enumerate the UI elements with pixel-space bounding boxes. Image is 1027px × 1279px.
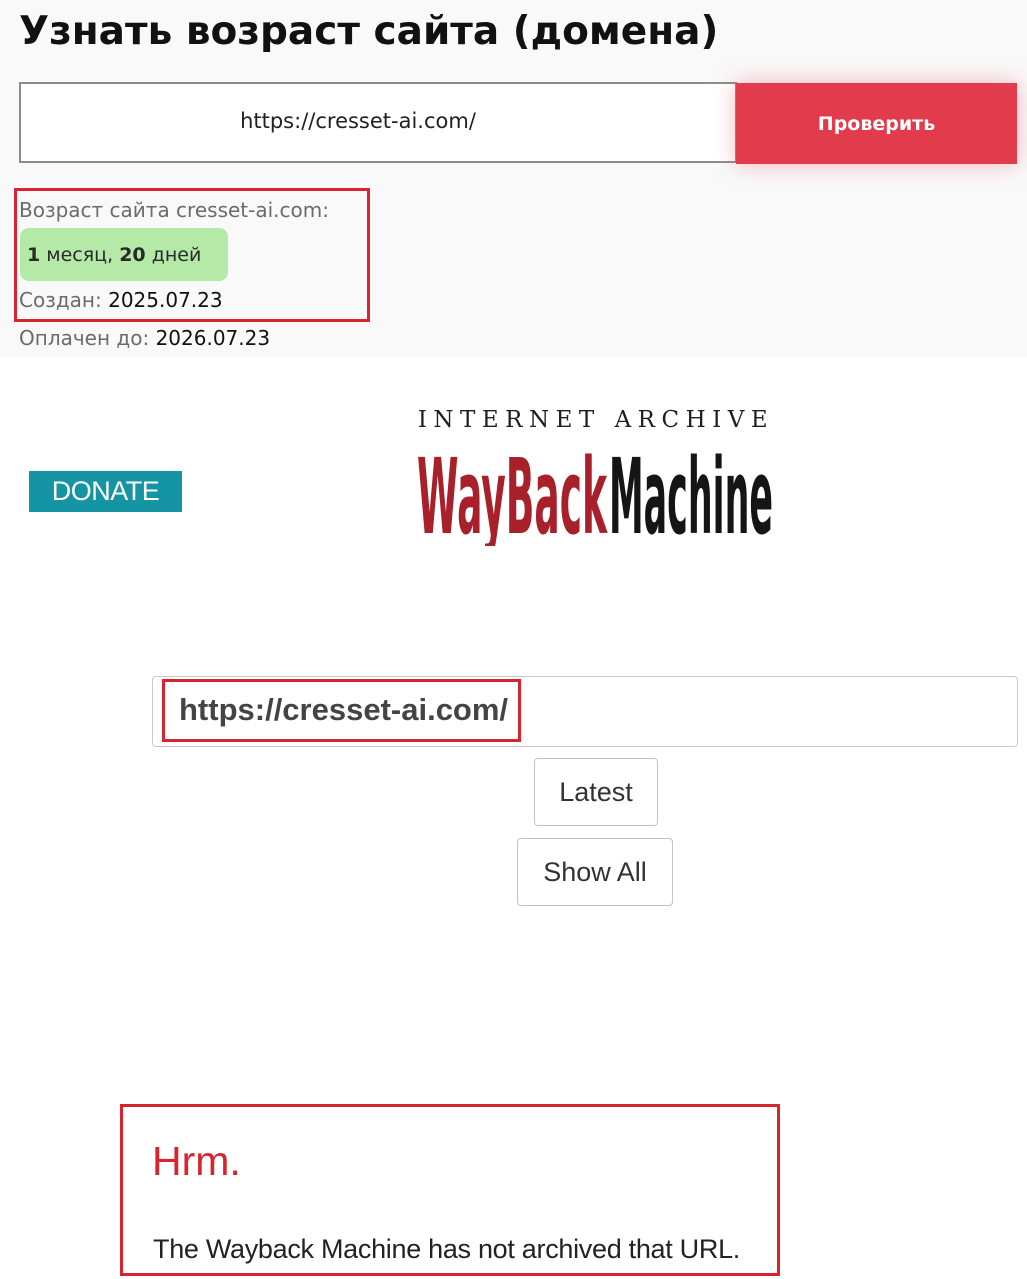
url-highlight-box xyxy=(162,679,521,742)
age-label: Возраст сайта cresset-ai.com: xyxy=(19,198,329,222)
age-checker-panel: Узнать возраст сайта (домена) Проверить … xyxy=(0,0,1027,357)
age-months-unit: месяц, xyxy=(46,243,114,266)
paid-value: 2026.07.23 xyxy=(155,326,271,350)
age-months-number: 1 xyxy=(27,243,41,266)
logo-machine-text: Machine xyxy=(609,436,773,546)
logo-internet-archive-text: INTERNET ARCHIVE xyxy=(418,407,774,433)
created-date: Создан: 2025.07.23 xyxy=(19,287,223,313)
domain-input[interactable] xyxy=(19,82,737,163)
check-button[interactable]: Проверить xyxy=(736,83,1017,164)
paid-until-date: Оплачен до: 2026.07.23 xyxy=(19,325,270,351)
wayback-machine-logo[interactable]: INTERNET ARCHIVE WayBack Machine xyxy=(415,403,777,546)
error-title: Hrm. xyxy=(152,1138,241,1184)
logo-wayback-text: WayBack xyxy=(417,436,608,546)
latest-button[interactable]: Latest xyxy=(534,758,658,826)
created-label: Создан: xyxy=(19,288,102,312)
created-value: 2025.07.23 xyxy=(108,288,223,312)
donate-button[interactable]: DONATE xyxy=(29,471,182,512)
error-message: The Wayback Machine has not archived tha… xyxy=(153,1234,740,1264)
age-days-unit: дней xyxy=(151,243,202,266)
age-badge: 1 месяц, 20 дней xyxy=(20,228,228,281)
show-all-button[interactable]: Show All xyxy=(517,838,673,906)
age-days-number: 20 xyxy=(119,243,146,266)
page-title: Узнать возраст сайта (домена) xyxy=(19,9,719,54)
paid-label: Оплачен до: xyxy=(19,326,150,350)
